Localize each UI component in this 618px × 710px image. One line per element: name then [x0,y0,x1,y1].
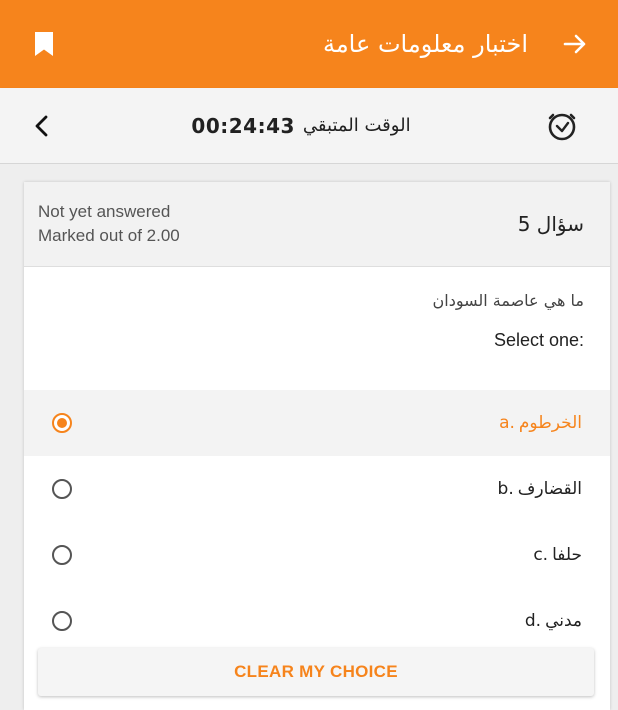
timer-bar: 00:24:43 الوقت المتبقي [0,88,618,164]
timer-icon[interactable] [546,110,578,142]
radio-icon[interactable] [52,479,72,499]
question-number: سؤال 5 [517,212,584,236]
app-bar-title-group: اختبار معلومات عامة [323,30,588,58]
option-letter: b. [497,479,514,499]
question-header: Not yet answered Marked out of 2.00 سؤال… [24,182,610,267]
option-text: حلفا [552,545,582,565]
page-title: اختبار معلومات عامة [322,30,528,58]
clear-choice-button[interactable]: CLEAR MY CHOICE [38,648,594,696]
content-area: Not yet answered Marked out of 2.00 سؤال… [0,164,618,710]
question-card: Not yet answered Marked out of 2.00 سؤال… [24,182,610,710]
option-letter: a. [499,413,515,433]
option-c[interactable]: c. حلفا [24,522,610,588]
option-label: c. حلفا [533,545,582,565]
radio-icon[interactable] [52,611,72,631]
select-one-instruction: Select one: [493,330,584,350]
question-text: ما هي عاصمة السودان [432,291,585,310]
option-label: b. القضارف [498,479,582,499]
answer-options: a. الخرطوم b. القضارف c. حلفا d. مدني [24,390,610,654]
option-letter: c. [533,545,549,565]
radio-icon[interactable] [52,545,72,565]
option-text: القضارف [517,479,582,499]
option-label: a. الخرطوم [499,413,582,433]
bookmark-icon[interactable] [32,30,56,58]
answer-status: Not yet answered [38,202,171,221]
option-text: الخرطوم [518,413,582,433]
radio-checked-icon[interactable] [52,413,72,433]
arrow-right-icon[interactable] [562,31,588,57]
app-bar: اختبار معلومات عامة [0,0,618,88]
option-label: d. مدني [525,611,582,631]
chevron-left-icon[interactable] [34,115,56,137]
time-remaining: 00:24:43 الوقت المتبقي [191,114,410,138]
option-text: مدني [545,611,582,631]
timer-value: 00:24:43 [191,113,295,138]
option-b[interactable]: b. القضارف [24,456,610,522]
question-status: Not yet answered Marked out of 2.00 [38,200,180,248]
option-d[interactable]: d. مدني [24,588,610,654]
option-a[interactable]: a. الخرطوم [24,390,610,456]
timer-label: الوقت المتبقي [302,115,411,136]
option-letter: d. [524,611,542,631]
mark-info: Marked out of 2.00 [38,226,180,245]
